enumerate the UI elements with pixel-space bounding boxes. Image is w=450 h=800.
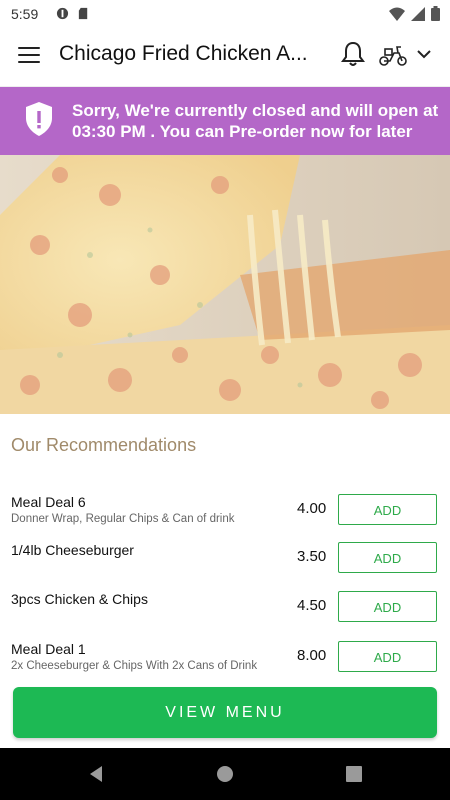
sd-card-icon	[78, 7, 88, 20]
item-price: 8.00	[297, 647, 327, 664]
add-button[interactable]: ADD	[338, 591, 437, 622]
view-menu-button[interactable]: VIEW MENU	[13, 687, 437, 738]
item-description: 2x Cheeseburger & Chips With 2x Cans of …	[11, 660, 258, 672]
status-time: 5:59	[11, 6, 39, 22]
shield-alert-icon	[26, 102, 52, 136]
banner-message: Sorry, We're currently closed and will o…	[72, 101, 439, 141]
item-name: Meal Deal 1	[11, 641, 86, 657]
page-title: Chicago Fried Chicken A...	[59, 42, 308, 65]
item-description: Donner Wrap, Regular Chips & Can of drin…	[11, 513, 235, 525]
item-name: 1/4lb Cheeseburger	[11, 542, 134, 558]
item-price: 3.50	[297, 548, 327, 565]
recommendations-title: Our Recommendations	[11, 435, 197, 455]
closed-banner: Sorry, We're currently closed and will o…	[0, 87, 450, 155]
item-price: 4.50	[297, 597, 327, 614]
status-bar: 5:59	[0, 0, 450, 28]
hero-image	[0, 155, 450, 414]
back-icon[interactable]	[84, 762, 108, 786]
item-name: 3pcs Chicken & Chips	[11, 591, 148, 607]
list-item: Meal Deal 1 2x Cheeseburger & Chips With…	[0, 641, 450, 681]
status-icons	[389, 6, 440, 21]
signal-icon	[411, 6, 425, 21]
system-nav-bar	[0, 748, 450, 800]
add-button[interactable]: ADD	[338, 641, 437, 672]
recents-icon[interactable]	[342, 762, 366, 786]
wifi-icon	[389, 7, 405, 21]
add-button[interactable]: ADD	[338, 542, 437, 573]
item-name: Meal Deal 6	[11, 494, 86, 510]
item-price: 4.00	[297, 500, 327, 517]
list-item: 1/4lb Cheeseburger 3.50 ADD	[0, 542, 450, 582]
list-item: Meal Deal 6 Donner Wrap, Regular Chips &…	[0, 494, 450, 534]
app-notification-icon	[56, 7, 69, 20]
battery-icon	[431, 6, 440, 21]
menu-icon[interactable]	[18, 47, 40, 65]
scooter-icon[interactable]	[378, 42, 408, 68]
app-bar: Chicago Fried Chicken A...	[0, 28, 450, 87]
chevron-down-icon[interactable]	[416, 46, 432, 62]
bell-icon[interactable]	[340, 40, 366, 68]
home-icon[interactable]	[213, 762, 237, 786]
add-button[interactable]: ADD	[338, 494, 437, 525]
pizza-image	[0, 155, 450, 414]
list-item: 3pcs Chicken & Chips 4.50 ADD	[0, 591, 450, 631]
